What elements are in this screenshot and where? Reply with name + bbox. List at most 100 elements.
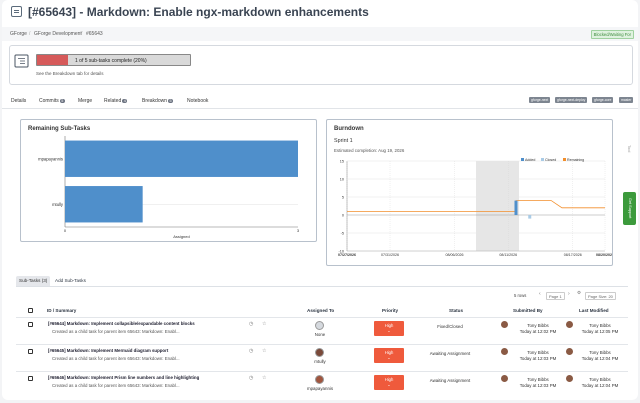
breadcrumb-separator: / (29, 31, 31, 37)
subtask-summary: 1 of 5 sub-tasks complete (20%) See the … (9, 45, 633, 85)
table-row[interactable]: [#65646] Markdown: Implement Prism line … (16, 371, 628, 398)
breadcrumb-gforge-development[interactable]: GForge Development (34, 31, 82, 37)
modifier-name: Tony Bibbs (589, 377, 611, 382)
estimated-completion: Estimated completion: Aug 19, 2026 (334, 148, 405, 153)
branch-tag[interactable]: master (619, 97, 634, 103)
clock-icon[interactable]: ◷ (249, 348, 253, 354)
breadcrumb-gforge[interactable]: GForge (10, 31, 27, 37)
bar-x-tick: 0 (64, 228, 67, 233)
bar-x-axis-label: Assigned (173, 234, 189, 239)
tab-count-badge: 4 (122, 99, 128, 103)
burn-x-tick: 07/27/2026 (338, 253, 356, 257)
legend-swatch (521, 158, 524, 161)
previous-page-icon[interactable]: ‹ (539, 291, 541, 297)
table-row[interactable]: [#65645] Markdown: Implement Mermaid dia… (16, 344, 628, 371)
subtask-description: Created as a child task for parent item … (52, 383, 180, 388)
clock-icon[interactable]: ◷ (249, 375, 253, 381)
priority-select[interactable]: High ⌄ (374, 375, 404, 390)
column-assigned-to[interactable]: Assigned To (307, 308, 334, 313)
submitter-name: Tony Bibbs (527, 323, 549, 328)
branch-tag[interactable]: gforge-next (529, 97, 551, 103)
clock-icon[interactable]: ◷ (249, 321, 253, 327)
tab-label: Notebook (187, 98, 209, 104)
closed-bar[interactable] (528, 215, 532, 219)
star-icon[interactable]: ☆ (262, 348, 266, 354)
tab-notebook[interactable]: Notebook (187, 98, 208, 104)
branch-tag[interactable]: gforge-core (592, 97, 614, 103)
row-checkbox[interactable] (28, 349, 33, 354)
progress-fill (37, 55, 68, 65)
burn-y-tick: 10 (340, 178, 344, 182)
priority-select[interactable]: High ⌄ (374, 321, 404, 336)
status-badge: Blocked/Waiting For (590, 30, 634, 39)
tab-label: Details (11, 98, 27, 104)
summary-note: See the Breakdown tab for details (36, 71, 104, 76)
column-submitted-by[interactable]: Submitted By (513, 308, 543, 313)
column-priority[interactable]: Priority (382, 308, 398, 313)
remaining-subtasks-chart: mpapayannis mtully 0 3 Assigned (38, 136, 300, 239)
assignee-avatar (315, 348, 324, 357)
row-count: 5 rows (514, 293, 527, 298)
bar-mpapayannis[interactable] (65, 140, 298, 177)
burndown-title: Burndown (334, 126, 364, 132)
tab-commits[interactable]: Commits 5 (39, 98, 65, 104)
tool-rail-label[interactable]: Tool (627, 145, 632, 152)
modifier-name: Tony Bibbs (589, 350, 611, 355)
row-checkbox[interactable] (28, 376, 33, 381)
tab-sub-tasks[interactable]: Sub-Tasks (3) (16, 276, 51, 286)
assignee-name: mtully (314, 359, 326, 364)
priority-select[interactable]: High ⌄ (374, 348, 404, 363)
page-card: [#65643] - Markdown: Enable ngx-markdown… (2, 0, 638, 400)
subtab-divider (16, 286, 628, 287)
burn-x-tick: 08/11/2026 (499, 253, 517, 257)
next-page-icon[interactable]: › (568, 291, 570, 297)
tab-details[interactable]: Details (11, 98, 26, 104)
star-icon[interactable]: ☆ (262, 375, 266, 381)
breakdown-icon (14, 54, 29, 68)
burn-x-tick: 08/06/2026 (446, 253, 464, 257)
settings-gear-icon[interactable]: ⚙ (577, 290, 581, 296)
burn-y-tick: 5 (342, 196, 344, 200)
column-last-modified[interactable]: Last Modified (579, 308, 609, 313)
modifier-avatar (566, 321, 573, 328)
select-all-checkbox[interactable] (28, 308, 33, 313)
subtask-title[interactable]: [#65645] Markdown: Implement Mermaid dia… (48, 348, 168, 353)
submitter-avatar (501, 375, 508, 382)
task-icon (11, 6, 22, 17)
assignee-avatar (315, 375, 324, 384)
modified-time: Today at 12:05 PM (581, 329, 619, 334)
status-value: Awaiting Assignment (429, 378, 471, 383)
tab-count-badge: 5 (59, 99, 65, 103)
tab-merge[interactable]: Merge (78, 98, 92, 104)
added-bar[interactable] (514, 200, 518, 215)
burn-y-tick: -5 (341, 232, 344, 236)
bar-mtully[interactable] (65, 186, 143, 223)
column-status[interactable]: Status (449, 308, 463, 313)
legend-label: Closed (545, 158, 556, 162)
remaining-subtasks-title: Remaining Sub-Tasks (28, 126, 91, 132)
subtask-title[interactable]: [#65644] Markdown: Implement collapsible… (48, 321, 195, 326)
remaining-subtasks-panel: Remaining Sub-Tasks mpapayannis mtully 0 3 A… (20, 119, 317, 242)
table-row[interactable]: [#65644] Markdown: Implement collapsible… (16, 317, 628, 344)
tab-breakdown[interactable]: Breakdown 5 (142, 98, 174, 104)
star-icon[interactable]: ☆ (262, 321, 266, 327)
page-indicator[interactable]: Page 1 (546, 292, 565, 300)
get-support-tab[interactable]: Get Support (623, 192, 636, 225)
submitter-name: Tony Bibbs (527, 350, 549, 355)
row-checkbox[interactable] (28, 322, 33, 327)
tab-label: Breakdown (142, 98, 168, 104)
legend-swatch (563, 158, 566, 161)
branch-tag[interactable]: gforge-next-deploy (555, 97, 588, 103)
modifier-avatar (566, 375, 573, 382)
subtask-title[interactable]: [#65646] Markdown: Implement Prism line … (48, 375, 199, 380)
column-id-summary[interactable]: ID / Summary (47, 308, 76, 313)
tab-add-sub-tasks[interactable]: Add Sub-Tasks (52, 276, 89, 286)
submitter-name: Tony Bibbs (527, 377, 549, 382)
tab-count-badge: 5 (168, 99, 174, 103)
burn-x-tick: 08/20/2026 (596, 253, 612, 257)
submitted-time: Today at 12:02 PM (519, 329, 557, 334)
item-tabs: Details Commits 5 Merge Related 4 Breakdow… (2, 96, 638, 109)
tab-related[interactable]: Related 4 (104, 98, 128, 104)
page-size-select[interactable]: Page Size: 20 (585, 292, 616, 300)
assignee-name: None (314, 332, 326, 337)
